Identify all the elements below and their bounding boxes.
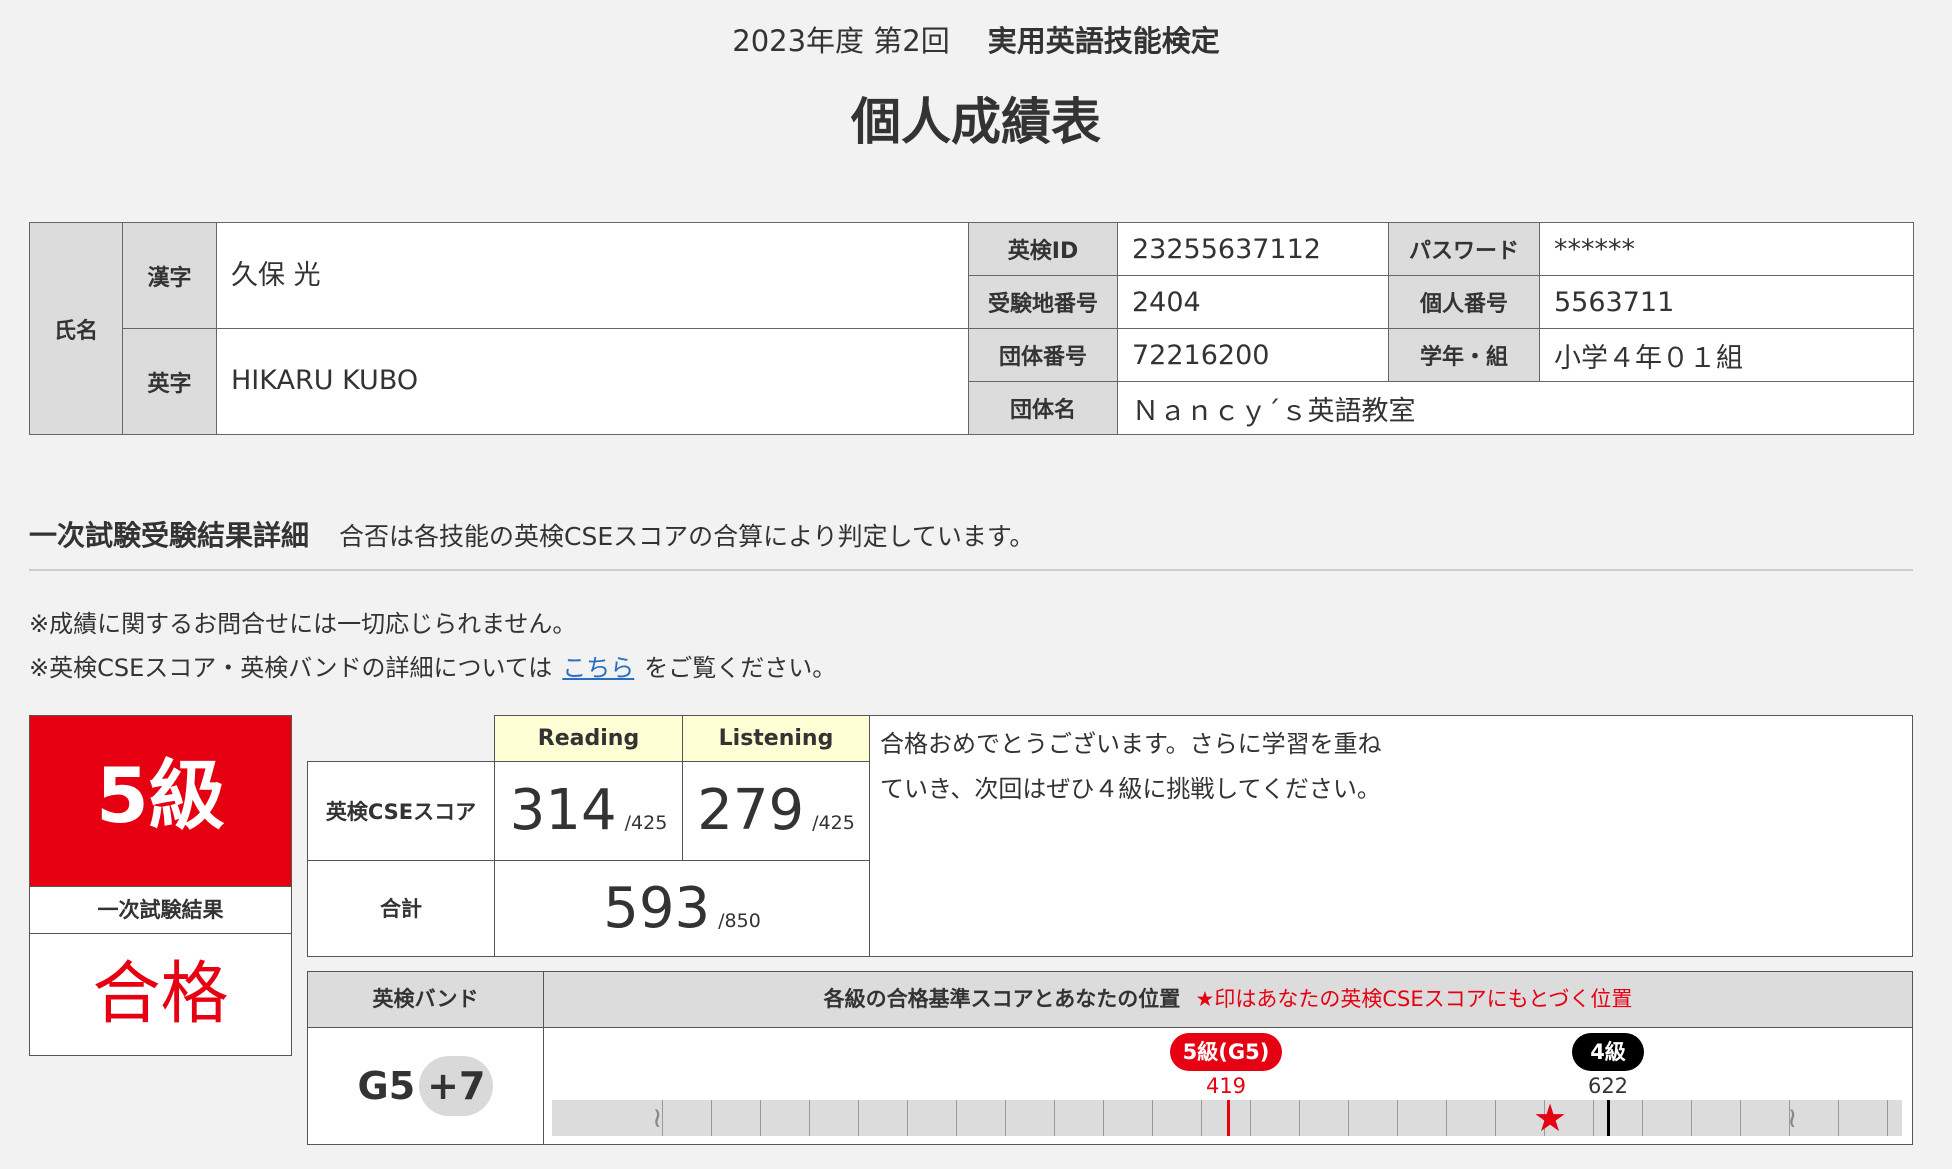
exam-name: 実用英語技能検定 [987,24,1220,58]
section-divider [29,569,1913,571]
band-chart-header: 各級の合格基準スコアとあなたの位置 ★印はあなたの英検CSEスコアにもとづく位置 [544,972,1912,1028]
scale-tick [1642,1100,1643,1136]
section-heading: 一次試験受験結果詳細 合否は各技能の英検CSEスコアの合算により判定しています。 [29,514,1034,554]
grade-result-box: 5級 一次試験結果 合格 [29,715,292,1056]
password-header: パスワード [1388,222,1540,276]
scale-tick [1152,1100,1153,1136]
scale-tick [1887,1100,1888,1136]
score-table: Reading Listening 英検CSEスコア 314/425 279/4… [307,714,870,958]
pass-status: 合格 [92,955,229,1034]
result-label: 一次試験結果 [30,886,291,934]
group-name-value: Ｎａｎｃｙ´ｓ英語教室 [1117,381,1914,435]
section-title: 一次試験受験結果詳細 [29,519,310,552]
reading-max: /425 [624,812,668,835]
details-note-pre: ※英検CSEスコア・英検バンドの詳細については [29,654,553,682]
grade-level: 5級 [30,716,291,886]
feedback-message: 合格おめでとうございます。さらに学習を重ねていき、次回はぜひ４級に挑戦してくださ… [869,715,1913,957]
eiken-id-value: 23255637112 [1117,222,1389,276]
reading-score: 314 [509,778,617,844]
scale-tick [1299,1100,1300,1136]
total-max: /850 [718,909,761,932]
band-chart-note: ★印はあなたの英検CSEスコアにもとづく位置 [1195,987,1633,1011]
scale-tick [711,1100,712,1136]
scale-tick [1593,1100,1594,1136]
kanji-header: 漢字 [122,222,217,329]
reading-header: Reading [494,714,683,763]
personal-number-value: 5563711 [1539,275,1914,329]
total-score: 593 [603,875,711,941]
grade-class-value: 小学４年０１組 [1539,328,1914,382]
scale-tick [1348,1100,1349,1136]
exam-session: 2023年度 第2回 [732,24,950,58]
details-note-post: をご覧ください。 [644,654,837,682]
reading-score-cell: 314/425 [494,761,683,861]
listening-score-cell: 279/425 [682,761,870,861]
roman-name: HIKARU KUBO [216,328,969,435]
eiken-id-header: 英検ID [968,222,1118,276]
scale-tick [1838,1100,1839,1136]
personal-info-table: 氏名 漢字 久保 光 英検ID 23255637112 パスワード ******… [29,222,1914,435]
scale-tick [1397,1100,1398,1136]
section-subtext: 合否は各技能の英検CSEスコアの合算により判定しています。 [339,522,1035,551]
details-note: ※英検CSEスコア・英検バンドの詳細については こちら をご覧ください。 [29,648,836,683]
grade-class-header: 学年・組 [1388,328,1540,382]
scale-tick [1103,1100,1104,1136]
grade5-marker-score: 419 [1205,1074,1247,1098]
scale-tick [1446,1100,1447,1136]
scale-break-icon: ≀ [652,1101,663,1134]
star-icon: ★ [1533,1096,1568,1140]
grade4-marker-line [1607,1100,1610,1136]
scale-tick [1054,1100,1055,1136]
scale-tick [1250,1100,1251,1136]
score-table-corner [307,715,495,763]
grade4-marker-score: 622 [1587,1074,1629,1098]
scale-tick [858,1100,859,1136]
band-base: G5 [357,1064,416,1108]
scale-tick [809,1100,810,1136]
personal-number-header: 個人番号 [1388,275,1540,329]
kanji-name: 久保 光 [216,222,969,329]
feedback-text: 合格おめでとうございます。さらに学習を重ねていき、次回はぜひ４級に挑戦してくださ… [880,730,1382,803]
total-score-cell: 593/850 [494,859,870,958]
listening-score: 279 [697,778,805,844]
band-table: 英検バンド 各級の合格基準スコアとあなたの位置 ★印はあなたの英検CSEスコアに… [307,971,1913,1145]
listening-header: Listening [682,714,870,763]
group-number-value: 72216200 [1117,328,1389,382]
total-header: 合計 [307,859,495,958]
exam-header: 2023年度 第2回 実用英語技能検定 [0,18,1952,60]
scale-tick [1201,1100,1202,1136]
band-plus: +7 [419,1056,494,1116]
roman-header: 英字 [122,328,217,435]
name-header: 氏名 [29,222,123,435]
band-value: G5 +7 [308,1028,544,1144]
page-title: 個人成績表 [851,93,1101,151]
listening-max: /425 [812,812,855,835]
band-header: 英検バンド [308,972,544,1028]
scale-tick [760,1100,761,1136]
site-number-value: 2404 [1117,275,1389,329]
grade5-marker-line [1227,1100,1230,1136]
cse-score-header: 英検CSEスコア [307,761,495,861]
site-number-header: 受験地番号 [968,275,1118,329]
scale-tick [907,1100,908,1136]
scale-tick [956,1100,957,1136]
group-number-header: 団体番号 [968,328,1118,382]
scale-tick [1740,1100,1741,1136]
password-value: ****** [1539,222,1914,276]
band-chart-title: 各級の合格基準スコアとあなたの位置 [823,987,1181,1011]
scale-break-icon: ≀ [1787,1101,1798,1134]
details-link[interactable]: こちら [562,654,634,682]
scale-tick [1495,1100,1496,1136]
grade5-marker-label: 5級(G5) [1170,1033,1282,1071]
scale-tick [1005,1100,1006,1136]
grade4-marker-label: 4級 [1572,1033,1644,1071]
scale-tick [1691,1100,1692,1136]
inquiry-note: ※成績に関するお問合せには一切応じられません。 [29,610,577,638]
group-name-header: 団体名 [968,381,1118,435]
